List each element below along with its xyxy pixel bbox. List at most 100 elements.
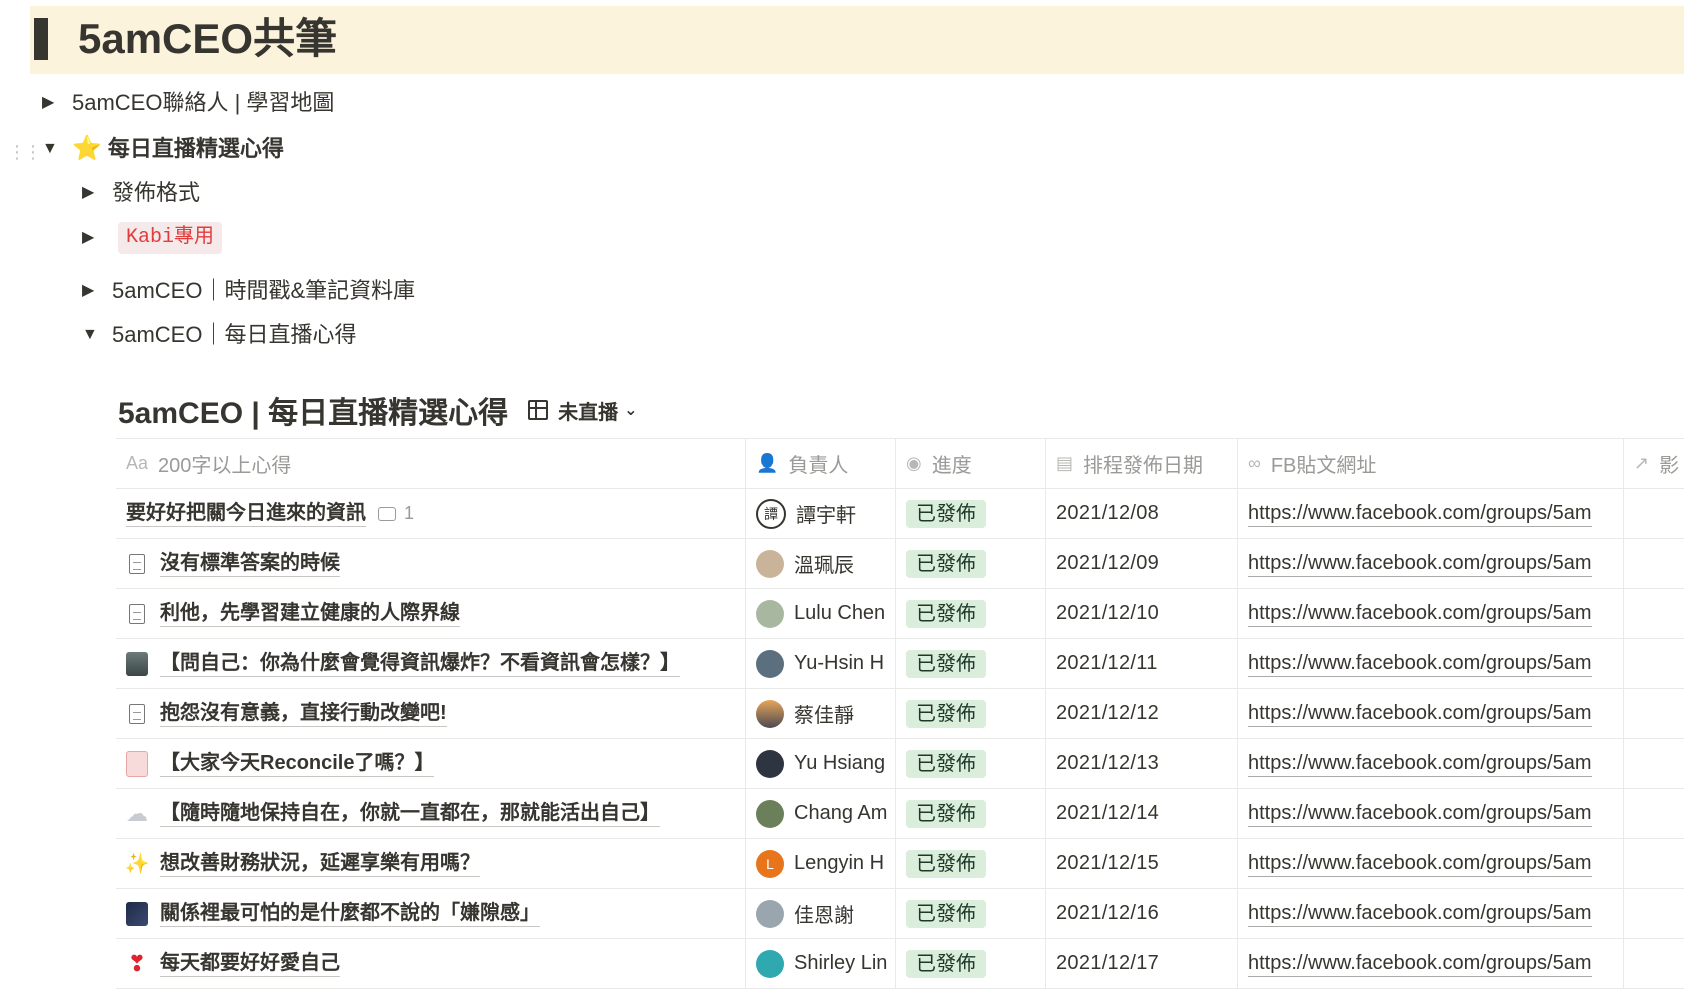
cell-date[interactable]: 2021/12/10 — [1046, 589, 1238, 638]
table-row[interactable]: ✨ 想改善財務狀況，延遲享樂有用嗎？ L Lengyin H 已發佈 2021/… — [116, 839, 1684, 889]
cell-extra[interactable] — [1624, 639, 1684, 688]
cell-date[interactable]: 2021/12/11 — [1046, 639, 1238, 688]
toggle-format[interactable]: ▶ 發佈格式 — [82, 178, 200, 208]
cell-fb-url[interactable]: https://www.facebook.com/groups/5am — [1238, 539, 1624, 588]
cell-owner[interactable]: 溫珮辰 — [746, 539, 896, 588]
toggle-daily-label[interactable]: 每日直播精選心得 — [108, 134, 284, 164]
cell-fb-url[interactable]: https://www.facebook.com/groups/5am — [1238, 739, 1624, 788]
chevron-down-icon[interactable]: ⌄ — [624, 400, 637, 420]
cell-title[interactable]: 【問自己：你為什麼會覺得資訊爆炸？不看資訊會怎樣？】 — [116, 639, 746, 688]
cell-owner[interactable]: Chang Am — [746, 789, 896, 838]
table-row[interactable]: 關係裡最可怕的是什麼都不說的「嫌隙感」 佳恩謝 已發佈 2021/12/16 h… — [116, 889, 1684, 939]
toggle-timestamps-label[interactable]: 5amCEO｜時間戳&筆記資料庫 — [112, 276, 415, 306]
cell-extra[interactable] — [1624, 889, 1684, 938]
cell-fb-url[interactable]: https://www.facebook.com/groups/5am — [1238, 639, 1624, 688]
cell-owner[interactable]: 蔡佳靜 — [746, 689, 896, 738]
fb-url-link[interactable]: https://www.facebook.com/groups/5am — [1248, 550, 1592, 577]
cell-title[interactable]: ✨ 想改善財務狀況，延遲享樂有用嗎？ — [116, 839, 746, 888]
page-title-link[interactable]: 關係裡最可怕的是什麼都不說的「嫌隙感」 — [160, 900, 540, 927]
fb-url-link[interactable]: https://www.facebook.com/groups/5am — [1248, 950, 1592, 977]
page-title-link[interactable]: 抱怨沒有意義，直接行動改變吧! — [160, 700, 447, 727]
cell-extra[interactable] — [1624, 739, 1684, 788]
column-header-extra[interactable]: ↗ 影 — [1624, 439, 1684, 488]
cell-owner[interactable]: L Lengyin H — [746, 839, 896, 888]
database-title[interactable]: 5amCEO | 每日直播精選心得 — [118, 388, 508, 432]
cell-title[interactable]: 沒有標準答案的時候 — [116, 539, 746, 588]
cell-fb-url[interactable]: https://www.facebook.com/groups/5am — [1238, 789, 1624, 838]
cell-fb-url[interactable]: https://www.facebook.com/groups/5am — [1238, 489, 1624, 538]
cell-title[interactable]: ❣ 每天都要好好愛自己 — [116, 939, 746, 988]
column-header-name[interactable]: Aa 200字以上心得 — [116, 439, 746, 488]
toggle-contacts-label[interactable]: 5amCEO聯絡人 | 學習地圖 — [72, 88, 334, 118]
page-title-link[interactable]: 沒有標準答案的時候 — [160, 550, 340, 577]
cell-progress[interactable]: 已發佈 — [896, 489, 1046, 538]
cell-progress[interactable]: 已發佈 — [896, 789, 1046, 838]
page-title-link[interactable]: 利他，先學習建立健康的人際界線 — [160, 600, 460, 627]
fb-url-link[interactable]: https://www.facebook.com/groups/5am — [1248, 850, 1592, 877]
cell-fb-url[interactable]: https://www.facebook.com/groups/5am — [1238, 939, 1624, 988]
table-row[interactable]: 要好好把關今日進來的資訊 1 譚 譚宇軒 已發佈 2021/12/08 http… — [116, 489, 1684, 539]
view-label[interactable]: 未直播 — [558, 396, 618, 425]
fb-url-link[interactable]: https://www.facebook.com/groups/5am — [1248, 650, 1592, 677]
cell-progress[interactable]: 已發佈 — [896, 839, 1046, 888]
column-header-fb[interactable]: ∞ FB貼文網址 — [1238, 439, 1624, 488]
cell-extra[interactable] — [1624, 939, 1684, 988]
fb-url-link[interactable]: https://www.facebook.com/groups/5am — [1248, 800, 1592, 827]
cell-date[interactable]: 2021/12/17 — [1046, 939, 1238, 988]
page-title-link[interactable]: 每天都要好好愛自己 — [160, 950, 340, 977]
page-title-link[interactable]: 【問自己：你為什麼會覺得資訊爆炸？不看資訊會怎樣？】 — [160, 650, 680, 677]
toggle-right-icon[interactable]: ▶ — [82, 276, 112, 306]
cell-title[interactable]: 利他，先學習建立健康的人際界線 — [116, 589, 746, 638]
cell-date[interactable]: 2021/12/14 — [1046, 789, 1238, 838]
cell-title[interactable]: 抱怨沒有意義，直接行動改變吧! — [116, 689, 746, 738]
cell-date[interactable]: 2021/12/09 — [1046, 539, 1238, 588]
cell-owner[interactable]: Yu Hsiang — [746, 739, 896, 788]
cell-title[interactable]: 關係裡最可怕的是什麼都不說的「嫌隙感」 — [116, 889, 746, 938]
cell-extra[interactable] — [1624, 789, 1684, 838]
cell-owner[interactable]: Shirley Lin — [746, 939, 896, 988]
page-title-link[interactable]: 想改善財務狀況，延遲享樂有用嗎？ — [160, 850, 480, 877]
cell-progress[interactable]: 已發佈 — [896, 639, 1046, 688]
fb-url-link[interactable]: https://www.facebook.com/groups/5am — [1248, 900, 1592, 927]
cell-title[interactable]: ☁ 【隨時隨地保持自在，你就一直都在，那就能活出自己】 — [116, 789, 746, 838]
cell-date[interactable]: 2021/12/08 — [1046, 489, 1238, 538]
drag-handle-icon[interactable]: ⋮⋮ — [8, 142, 42, 163]
cell-date[interactable]: 2021/12/15 — [1046, 839, 1238, 888]
toggle-kabi-label[interactable]: Kabi專用 — [118, 222, 223, 254]
cell-date[interactable]: 2021/12/12 — [1046, 689, 1238, 738]
page-title-link[interactable]: 【隨時隨地保持自在，你就一直都在，那就能活出自己】 — [160, 800, 660, 827]
toggle-timestamps[interactable]: ▶ 5amCEO｜時間戳&筆記資料庫 — [82, 276, 415, 306]
cell-extra[interactable] — [1624, 589, 1684, 638]
toggle-contacts[interactable]: ▶ 5amCEO聯絡人 | 學習地圖 — [42, 88, 334, 118]
cell-title[interactable]: 【大家今天Reconcile了嗎？】 — [116, 739, 746, 788]
column-header-owner[interactable]: 👤 負責人 — [746, 439, 896, 488]
table-row[interactable]: 沒有標準答案的時候 溫珮辰 已發佈 2021/12/09 https://www… — [116, 539, 1684, 589]
table-row[interactable]: 利他，先學習建立健康的人際界線 Lulu Chen 已發佈 2021/12/10… — [116, 589, 1684, 639]
toggle-right-icon[interactable]: ▶ — [42, 88, 72, 118]
fb-url-link[interactable]: https://www.facebook.com/groups/5am — [1248, 750, 1592, 777]
cell-fb-url[interactable]: https://www.facebook.com/groups/5am — [1238, 889, 1624, 938]
toggle-daily[interactable]: ▼ ⭐ 每日直播精選心得 — [42, 134, 284, 164]
cell-extra[interactable] — [1624, 839, 1684, 888]
cell-extra[interactable] — [1624, 489, 1684, 538]
cell-fb-url[interactable]: https://www.facebook.com/groups/5am — [1238, 589, 1624, 638]
page-title-link[interactable]: 【大家今天Reconcile了嗎？】 — [160, 750, 435, 777]
table-row[interactable]: 【大家今天Reconcile了嗎？】 Yu Hsiang 已發佈 2021/12… — [116, 739, 1684, 789]
cell-progress[interactable]: 已發佈 — [896, 889, 1046, 938]
fb-url-link[interactable]: https://www.facebook.com/groups/5am — [1248, 500, 1592, 527]
column-header-date[interactable]: ▤ 排程發佈日期 — [1046, 439, 1238, 488]
table-row[interactable]: ❣ 每天都要好好愛自己 Shirley Lin 已發佈 2021/12/17 h… — [116, 939, 1684, 989]
table-row[interactable]: ☁ 【隨時隨地保持自在，你就一直都在，那就能活出自己】 Chang Am 已發佈… — [116, 789, 1684, 839]
table-row[interactable]: 抱怨沒有意義，直接行動改變吧! 蔡佳靜 已發佈 2021/12/12 https… — [116, 689, 1684, 739]
cell-date[interactable]: 2021/12/16 — [1046, 889, 1238, 938]
cell-extra[interactable] — [1624, 539, 1684, 588]
cell-progress[interactable]: 已發佈 — [896, 589, 1046, 638]
toggle-kabi[interactable]: ▶ Kabi專用 — [82, 222, 223, 254]
cell-title[interactable]: 要好好把關今日進來的資訊 1 — [116, 489, 746, 538]
cell-owner[interactable]: Lulu Chen — [746, 589, 896, 638]
cell-fb-url[interactable]: https://www.facebook.com/groups/5am — [1238, 689, 1624, 738]
column-header-progress[interactable]: ◉ 進度 — [896, 439, 1046, 488]
cell-owner[interactable]: 譚 譚宇軒 — [746, 489, 896, 538]
toggle-format-label[interactable]: 發佈格式 — [112, 178, 200, 208]
cell-date[interactable]: 2021/12/13 — [1046, 739, 1238, 788]
